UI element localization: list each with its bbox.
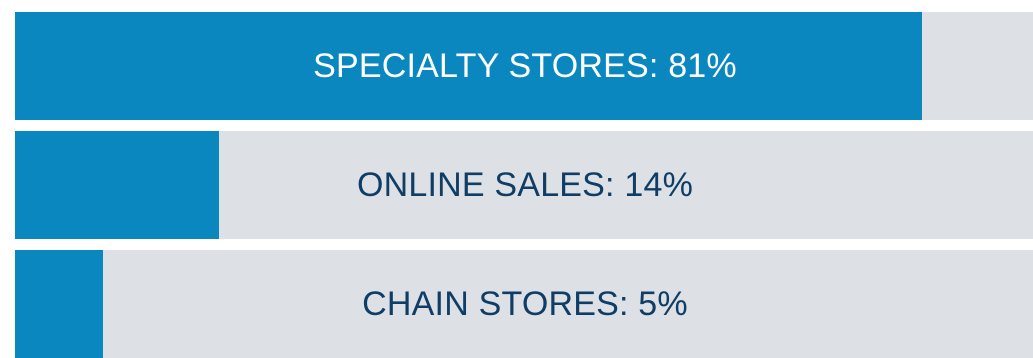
bar-chart: SPECIALTY STORES: 81% ONLINE SALES: 14% CH… [0, 0, 1033, 358]
bar-value-label: CHAIN STORES: 5% [362, 284, 688, 323]
bar-track: ONLINE SALES: 14% [15, 131, 1033, 239]
bar-track: SPECIALTY STORES: 81% [15, 12, 1033, 120]
bar-value-label: SPECIALTY STORES: 81% [313, 46, 737, 85]
bar-track: CHAIN STORES: 5% [15, 250, 1033, 358]
bar-value-label: ONLINE SALES: 14% [357, 165, 693, 204]
